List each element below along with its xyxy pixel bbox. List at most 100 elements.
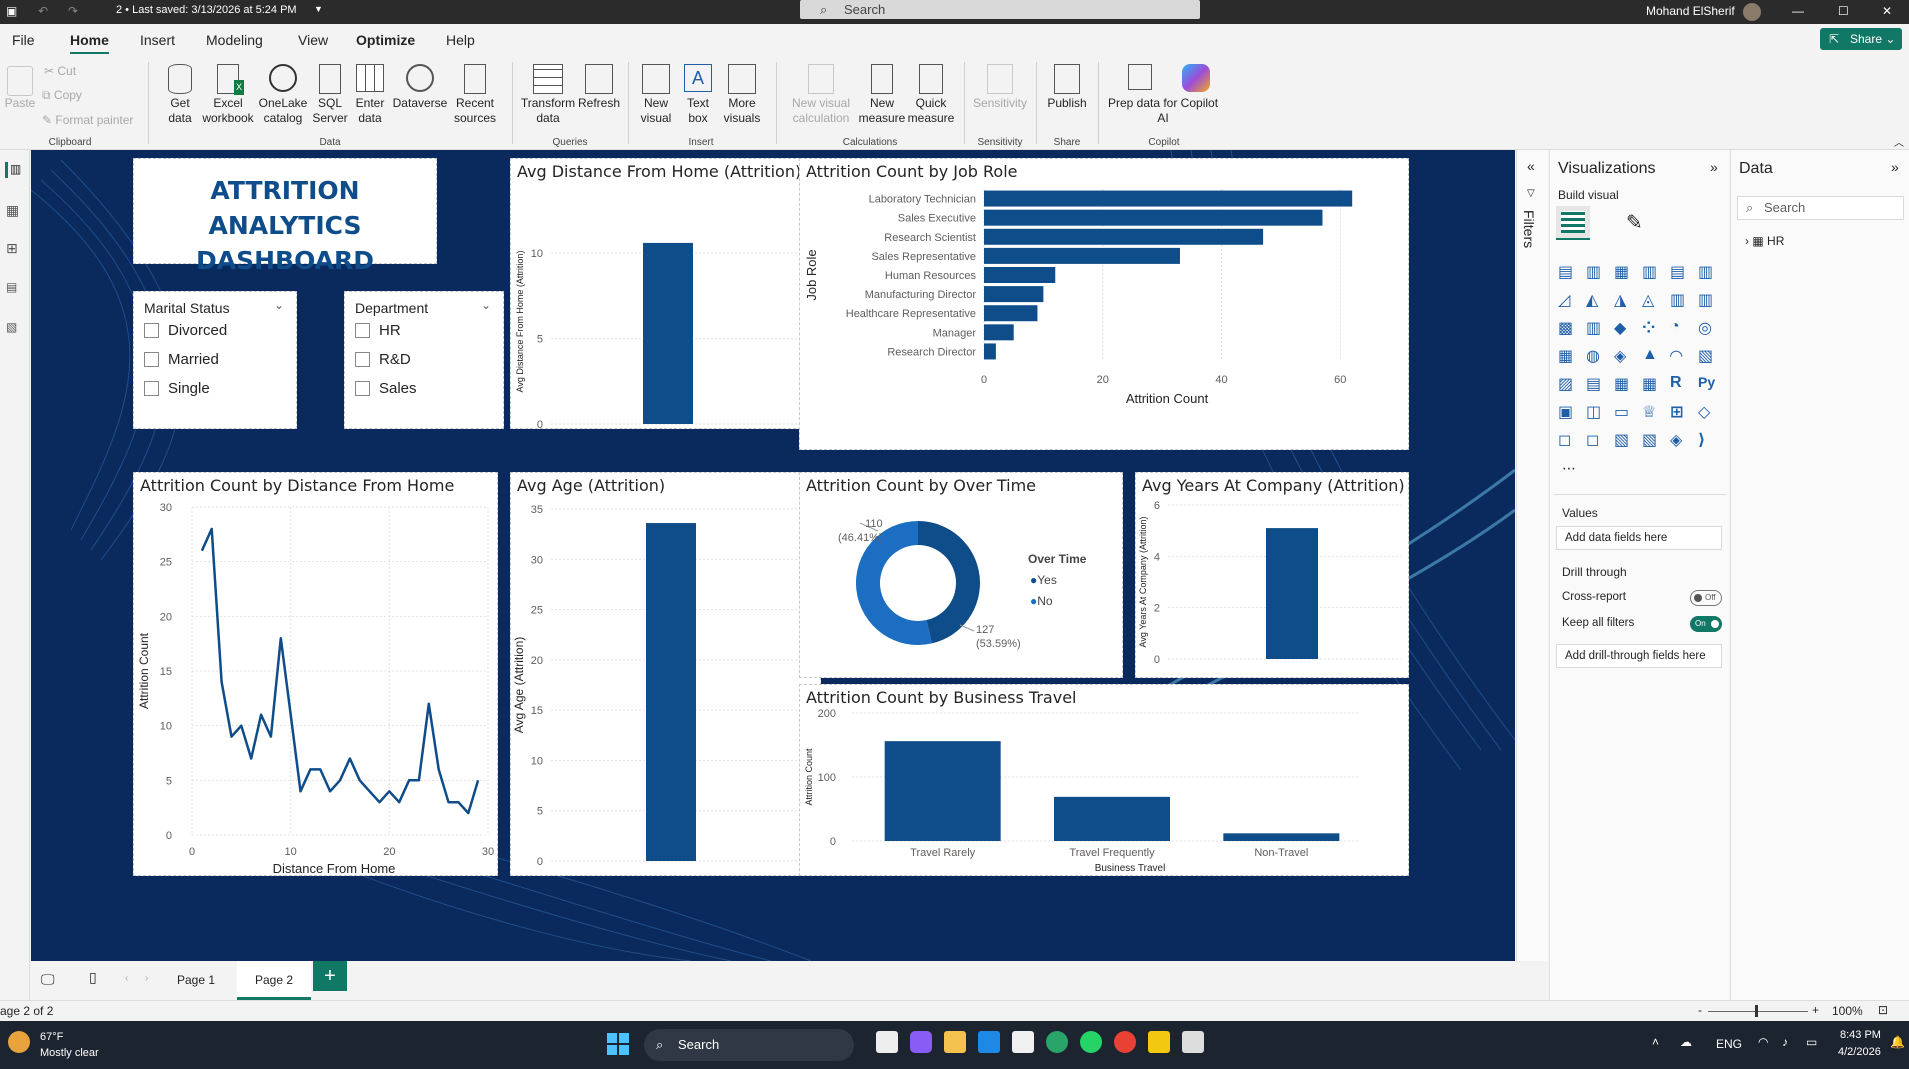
- recent-sources-button[interactable]: Recent sources: [450, 64, 500, 126]
- menu-help[interactable]: Help: [446, 32, 475, 48]
- chevron-up-icon[interactable]: ˄: [1652, 1035, 1659, 1049]
- new-visual-calculation-button[interactable]: New visual calculation: [784, 64, 858, 126]
- format-painter-button[interactable]: ✎ Format painter: [42, 113, 133, 128]
- visual-avg-age[interactable]: Avg Age (Attrition) 35 30 25 20 15 10 5 0 Avg Ag…: [510, 472, 821, 876]
- tmdl-view-icon[interactable]: ▧: [6, 320, 17, 334]
- visual-avg-years[interactable]: Avg Years At Company (Attrition) 6 4 2 0 Avg…: [1135, 472, 1409, 678]
- page-tab-2[interactable]: Page 2: [237, 961, 311, 1000]
- checkbox-married[interactable]: [144, 352, 159, 367]
- filters-label[interactable]: Filters: [1521, 210, 1537, 248]
- refresh-button[interactable]: Refresh: [578, 64, 620, 111]
- checkbox-divorced[interactable]: [144, 323, 159, 338]
- dashboard-title-card[interactable]: ATTRITION ANALYTICS DASHBOARD: [133, 158, 437, 275]
- visual-type-icon[interactable]: ♕: [1642, 402, 1662, 422]
- chevron-down-icon[interactable]: ⌄: [274, 298, 284, 312]
- more-visuals-button[interactable]: More visuals: [720, 64, 764, 126]
- zoom-slider[interactable]: [1708, 1011, 1808, 1012]
- zoom-in-icon[interactable]: +: [1812, 1003, 1819, 1017]
- zoom-thumb[interactable]: [1755, 1005, 1758, 1017]
- language-indicator[interactable]: ENG: [1716, 1037, 1742, 1051]
- visual-type-icon[interactable]: ▥: [1698, 290, 1718, 310]
- new-visual-button[interactable]: New visual: [636, 64, 676, 126]
- visual-type-icon[interactable]: ▧: [1642, 430, 1662, 450]
- publish-button[interactable]: Publish: [1044, 64, 1090, 111]
- file-explorer-icon[interactable]: [944, 1031, 966, 1053]
- visual-type-icon[interactable]: ▦: [1642, 374, 1662, 394]
- menu-file[interactable]: File: [12, 32, 35, 48]
- expand-right-icon[interactable]: »: [1710, 159, 1718, 175]
- undo-icon[interactable]: ↶: [38, 4, 48, 18]
- visual-type-icon[interactable]: ▭: [1614, 402, 1634, 422]
- visual-type-icon[interactable]: ◆: [1614, 318, 1634, 338]
- mobile-layout-icon[interactable]: ▯: [89, 969, 97, 986]
- save-icon[interactable]: ▣: [6, 4, 17, 18]
- add-data-fields-well[interactable]: Add data fields here: [1556, 526, 1722, 550]
- wifi-icon[interactable]: ◠: [1758, 1035, 1768, 1049]
- paste-button[interactable]: Paste: [4, 66, 36, 111]
- store-icon[interactable]: [1012, 1031, 1034, 1053]
- add-drill-through-well[interactable]: Add drill-through fields here: [1556, 644, 1722, 668]
- visual-type-icon[interactable]: ▣: [1558, 402, 1578, 422]
- enter-data-button[interactable]: Enter data: [350, 64, 390, 126]
- visual-type-icon[interactable]: ▦: [1614, 374, 1634, 394]
- table-view-icon[interactable]: ▦: [6, 202, 19, 219]
- power-bi-icon[interactable]: [1148, 1031, 1170, 1053]
- notifications-icon[interactable]: 🔔: [1890, 1035, 1905, 1049]
- next-page-icon[interactable]: ›: [145, 973, 148, 984]
- collapse-left-icon[interactable]: «: [1527, 158, 1535, 174]
- prep-data-copilot-button[interactable]: Prep data for Copilot AI: [1104, 64, 1222, 126]
- more-visuals-icon[interactable]: ⋯: [1562, 460, 1576, 477]
- chrome-icon[interactable]: [1114, 1031, 1136, 1053]
- menu-modeling[interactable]: Modeling: [206, 32, 263, 48]
- edge-icon[interactable]: [1046, 1031, 1068, 1053]
- taskbar-search[interactable]: ⌕ Search: [644, 1029, 854, 1061]
- visual-type-icon[interactable]: ◠: [1670, 346, 1690, 366]
- dax-query-icon[interactable]: ▤: [6, 280, 17, 294]
- visual-type-icon[interactable]: ▥: [1642, 262, 1662, 282]
- desktop-layout-icon[interactable]: 🖵: [41, 971, 55, 988]
- maximize-icon[interactable]: ☐: [1838, 4, 1849, 18]
- menu-view[interactable]: View: [298, 32, 328, 48]
- prev-page-icon[interactable]: ‹: [125, 973, 128, 984]
- slicer-marital-status[interactable]: Marital Status ⌄ Divorced Married Single: [133, 291, 297, 429]
- new-measure-button[interactable]: New measure: [858, 64, 906, 126]
- filters-pane-collapsed[interactable]: « ▽ Filters: [1516, 150, 1548, 961]
- table-hr[interactable]: › ▦ HR: [1745, 234, 1784, 248]
- visual-type-icon[interactable]: ▥: [1670, 290, 1690, 310]
- model-view-icon[interactable]: ⊞: [6, 240, 18, 257]
- text-box-button[interactable]: A Text box: [678, 64, 718, 126]
- visual-type-icon[interactable]: ◮: [1614, 290, 1634, 310]
- checkbox-hr[interactable]: [355, 323, 370, 338]
- menu-home[interactable]: Home: [70, 32, 109, 55]
- visual-type-icon[interactable]: ⟩: [1698, 430, 1718, 450]
- quick-measure-button[interactable]: Quick measure: [906, 64, 956, 126]
- menu-optimize[interactable]: Optimize: [356, 32, 415, 48]
- share-button[interactable]: ⇱ Share ⌄: [1820, 28, 1902, 50]
- document-title[interactable]: 2 • Last saved: 3/13/2026 at 5:24 PM: [116, 4, 297, 16]
- checkbox-sales[interactable]: [355, 381, 370, 396]
- page-tab-1[interactable]: Page 1: [159, 961, 233, 1000]
- visual-distance-line[interactable]: Attrition Count by Distance From Home 30…: [133, 472, 498, 876]
- visual-type-icon[interactable]: ◻: [1586, 430, 1606, 450]
- fit-to-page-icon[interactable]: ⊡: [1878, 1003, 1888, 1017]
- build-visual-tab[interactable]: [1556, 206, 1590, 240]
- visual-type-icon[interactable]: ▥: [1698, 262, 1718, 282]
- get-data-button[interactable]: Get data: [158, 64, 202, 126]
- sensitivity-button[interactable]: Sensitivity: [970, 64, 1030, 111]
- visual-type-icon[interactable]: ▨: [1558, 374, 1578, 394]
- teams-icon[interactable]: [910, 1031, 932, 1053]
- slicer-department[interactable]: Department ⌄ HR R&D Sales: [344, 291, 504, 429]
- legend-item-yes[interactable]: ●Yes: [1030, 573, 1057, 587]
- menu-insert[interactable]: Insert: [140, 32, 175, 48]
- outlook-icon[interactable]: [978, 1031, 1000, 1053]
- excel-button[interactable]: X Excel workbook: [200, 64, 256, 126]
- visual-type-icon[interactable]: Py: [1698, 374, 1718, 394]
- visual-type-icon[interactable]: ◇: [1698, 402, 1718, 422]
- redo-icon[interactable]: ↷: [68, 4, 78, 18]
- visual-type-icon[interactable]: ◻: [1558, 430, 1578, 450]
- visual-job-role[interactable]: Attrition Count by Job Role 0 20 40 60 Labor…: [799, 158, 1409, 450]
- volume-icon[interactable]: ♪: [1782, 1035, 1788, 1049]
- report-view-icon[interactable]: ▥: [5, 162, 21, 178]
- visual-type-icon[interactable]: ▦: [1614, 262, 1634, 282]
- copy-button[interactable]: ⧉ Copy: [42, 88, 82, 103]
